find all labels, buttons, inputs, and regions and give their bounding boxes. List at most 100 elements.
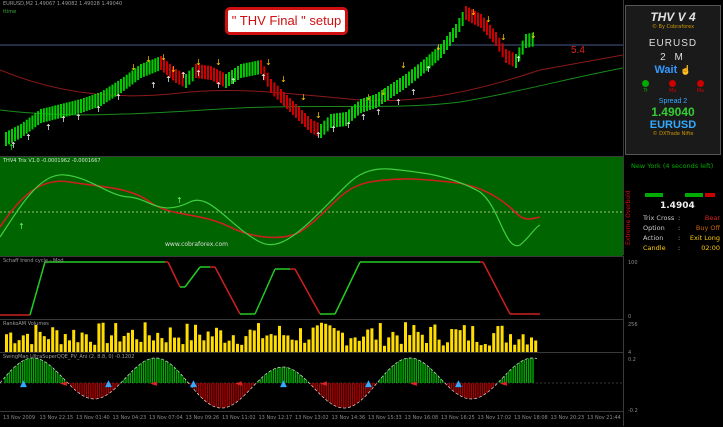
volume-bar	[122, 335, 126, 352]
bull-bar	[405, 74, 407, 88]
volume-bar	[34, 324, 38, 352]
bull-bar	[402, 76, 404, 90]
volume-bar	[168, 327, 172, 352]
time-label: 13 Nov 16:25	[441, 415, 475, 421]
trend-bar	[645, 193, 715, 198]
bull-bar	[57, 104, 60, 119]
bear-bar	[495, 32, 497, 46]
swingman-pane[interactable]: ▲ ◄ ▲ ◄ ▲ ◄ ▲ ◄ ▲ ◄ ▲ ◄ SwingMan UltraSuperQQE_PV_A…	[0, 353, 623, 412]
volume-bar	[273, 335, 277, 352]
volume-bar	[105, 343, 109, 352]
time-label: 13 Nov 22:15	[39, 415, 74, 421]
scale-label: 0	[628, 314, 632, 320]
up-arrow-icon: ↑	[60, 115, 67, 124]
volume-bar	[479, 345, 483, 352]
time-label: 13 Nov 11:02	[222, 415, 256, 421]
watermark: www.cobraforex.com	[165, 241, 228, 248]
bull-bar	[251, 61, 254, 76]
volume-bar	[160, 338, 164, 352]
swingman-label: SwingMan UltraSuperQQE_PV_Ani (2, 8.8, 0…	[3, 354, 135, 360]
volume-bar	[307, 339, 311, 352]
bull-bar	[108, 86, 111, 101]
volume-bar	[416, 331, 420, 352]
volume-bar	[156, 332, 160, 352]
volume-bar	[278, 325, 281, 352]
bull-bar	[242, 63, 245, 78]
bull-bar	[54, 105, 57, 120]
down-arrow-icon: ↓	[400, 61, 407, 70]
volume-bar	[462, 325, 466, 352]
time-label: 13 Nov 12:17	[258, 415, 293, 421]
scale-label: 4	[628, 350, 632, 356]
volume-bar	[257, 323, 260, 352]
bear-bar	[501, 43, 504, 58]
status-text: Wait ☝	[654, 64, 692, 76]
volume-bar	[530, 337, 533, 352]
bear-bar	[301, 110, 303, 124]
bear-bar	[508, 50, 511, 65]
bear-bar	[298, 107, 300, 121]
sell-marker-icon: ◄	[235, 379, 242, 389]
trix-row: Action: Exit Long	[643, 234, 720, 242]
time-label: 13 Nov 01:40	[76, 415, 110, 421]
up-arrow-icon: ↑	[180, 71, 187, 80]
new-york-timer: New York (4 seconds left)	[631, 162, 714, 170]
volume-bar	[236, 343, 239, 352]
volume-bar	[265, 335, 269, 352]
bear-bar	[207, 65, 209, 80]
trix-green-line	[0, 168, 541, 247]
bull-bar	[323, 120, 326, 135]
symbol-text: EURUSD	[648, 38, 698, 49]
ranko-volume-pane[interactable]: RankoAM Volumes	[0, 320, 623, 353]
buy-arrow-icon: ↑	[8, 143, 15, 152]
volume-bar	[248, 329, 252, 352]
trade-credit: © DXTrade Nifte	[652, 131, 694, 137]
volume-bar	[59, 344, 63, 352]
up-arrow-icon: ↑	[330, 125, 337, 134]
bull-bar	[100, 92, 102, 106]
volume-bar	[63, 334, 67, 352]
bull-bar	[326, 117, 329, 132]
volume-bar	[391, 331, 395, 352]
volume-bar	[374, 339, 378, 352]
time-label: 13 Nov 2009	[3, 415, 36, 421]
bull-bar	[111, 84, 114, 99]
bull-bar	[131, 70, 134, 85]
volume-bar	[399, 343, 403, 352]
trix-pane[interactable]: ↑ ↑ THV4 Trix V1.0 -0.0001962 -0.0001667 …	[0, 157, 623, 257]
volume-bar	[534, 340, 538, 352]
volume-bar	[80, 332, 84, 352]
bull-bar	[154, 58, 157, 73]
down-arrow-icon: ↓	[265, 58, 272, 67]
schaff-pane[interactable]: Schaff trend cycle - Mod	[0, 257, 623, 320]
bull-bar	[420, 62, 422, 76]
volume-bar	[475, 341, 479, 352]
bull-bar	[157, 57, 160, 72]
up-arrow-icon: ↑	[375, 108, 382, 117]
volume-bar	[483, 344, 487, 352]
volume-bar	[345, 345, 349, 352]
volume-bar	[357, 340, 361, 352]
volume-bar	[147, 335, 151, 352]
trix-up-arrow-icon: ↑	[176, 196, 183, 205]
up-arrow-icon: ↑	[515, 55, 522, 64]
sell-marker-icon: ◄	[500, 379, 507, 389]
volume-bar	[55, 330, 59, 352]
volume-bar	[429, 326, 433, 352]
sell-marker-icon: ◄	[150, 379, 157, 389]
volume-bar	[76, 342, 80, 352]
bear-bar	[210, 66, 212, 80]
volume-bar	[513, 344, 517, 352]
volume-bar	[118, 341, 122, 352]
bull-bar	[34, 113, 37, 128]
bear-bar	[266, 72, 269, 87]
volume-bar	[68, 340, 71, 352]
down-arrow-icon: ↓	[500, 33, 507, 42]
volume-bar	[525, 344, 529, 352]
bull-bar	[225, 74, 227, 88]
time-label: 13 Nov 17:02	[477, 415, 512, 421]
schaff-canvas	[0, 261, 540, 316]
schaff-segment	[184, 266, 201, 288]
bull-bar	[137, 66, 140, 81]
bull-bar	[120, 79, 122, 93]
